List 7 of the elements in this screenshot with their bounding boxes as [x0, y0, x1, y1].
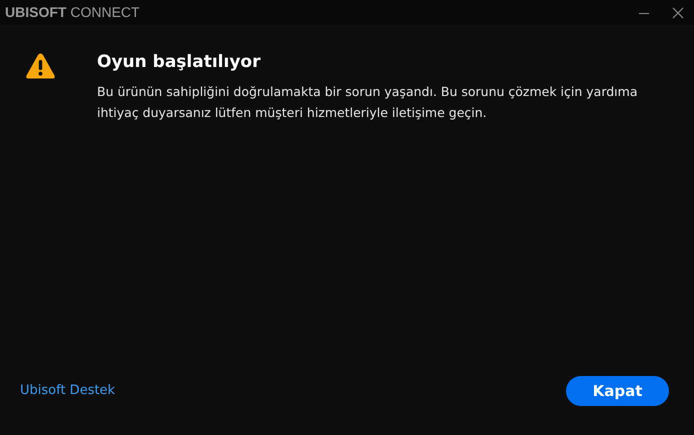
- window-title: UBISOFT CONNECT: [5, 3, 140, 22]
- warning-icon: [25, 52, 56, 80]
- close-button[interactable]: Kapat: [566, 376, 669, 406]
- support-link[interactable]: Ubisoft Destek: [20, 381, 116, 400]
- close-icon[interactable]: [672, 6, 684, 18]
- dialog-title: Oyun başlatılıyor: [97, 51, 262, 73]
- dialog-message: Bu ürünün sahipliğini doğrulamakta bir sorun yaşandı. Bu sorunu çözmek için yardıma ihtiyaç duyarsanız lütfen müşteri hizmetleriyle iletişime geçin.: [97, 83, 638, 122]
